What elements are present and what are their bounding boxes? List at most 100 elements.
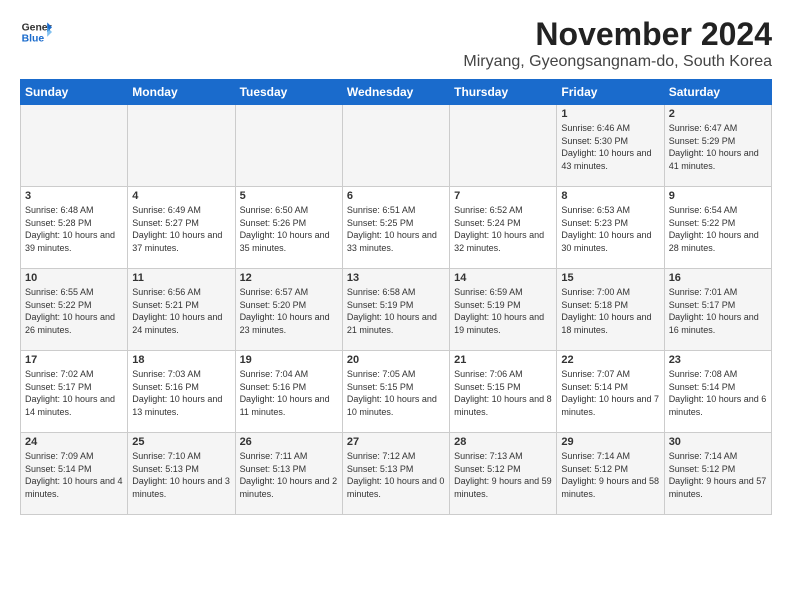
cell-week4-day5: 29Sunrise: 7:14 AMSunset: 5:12 PMDayligh… [557, 433, 664, 515]
cell-content: Sunrise: 7:10 AMSunset: 5:13 PMDaylight:… [132, 450, 230, 500]
day-number: 7 [454, 190, 552, 202]
cell-content: Sunrise: 7:02 AMSunset: 5:17 PMDaylight:… [25, 368, 123, 418]
day-number: 14 [454, 272, 552, 284]
cell-week3-day0: 17Sunrise: 7:02 AMSunset: 5:17 PMDayligh… [21, 351, 128, 433]
calendar-body: 1 Sunrise: 6:46 AMSunset: 5:30 PMDaylight… [21, 105, 772, 515]
cell-content: Sunrise: 7:04 AMSunset: 5:16 PMDaylight:… [240, 368, 338, 418]
subtitle: Miryang, Gyeongsangnam-do, South Korea [463, 53, 772, 71]
cell-content: Sunrise: 7:14 AMSunset: 5:12 PMDaylight:… [561, 450, 659, 500]
day-number: 6 [347, 190, 445, 202]
cell-content: Sunrise: 6:51 AMSunset: 5:25 PMDaylight:… [347, 204, 445, 254]
header-row: Sunday Monday Tuesday Wednesday Thursday… [21, 80, 772, 105]
day-number: 1 [561, 108, 659, 120]
header-sunday: Sunday [21, 80, 128, 105]
cell-content: Sunrise: 6:52 AMSunset: 5:24 PMDaylight:… [454, 204, 552, 254]
svg-text:Blue: Blue [22, 34, 45, 45]
day-number: 16 [669, 272, 767, 284]
cell-week3-day5: 22Sunrise: 7:07 AMSunset: 5:14 PMDayligh… [557, 351, 664, 433]
cell-content: Sunrise: 7:14 AMSunset: 5:12 PMDaylight:… [669, 450, 767, 500]
day-number: 28 [454, 436, 552, 448]
header-friday: Friday [557, 80, 664, 105]
cell-content: Sunrise: 6:54 AMSunset: 5:22 PMDaylight:… [669, 204, 767, 254]
cell-content: Sunrise: 6:50 AMSunset: 5:26 PMDaylight:… [240, 204, 338, 254]
day-number: 21 [454, 354, 552, 366]
cell-content: Sunrise: 6:48 AMSunset: 5:28 PMDaylight:… [25, 204, 123, 254]
day-number: 30 [669, 436, 767, 448]
cell-week2-day1: 11 Sunrise: 6:56 AMSunset: 5:21 PMDayligh… [128, 269, 235, 351]
day-number: 8 [561, 190, 659, 202]
cell-week4-day3: 27Sunrise: 7:12 AMSunset: 5:13 PMDayligh… [342, 433, 449, 515]
cell-week3-day6: 23 Sunrise: 7:08 AMSunset: 5:14 PMDayligh… [664, 351, 771, 433]
cell-content: Sunrise: 7:13 AMSunset: 5:12 PMDaylight:… [454, 450, 552, 500]
cell-week2-day0: 10 Sunrise: 6:55 AMSunset: 5:22 PMDayligh… [21, 269, 128, 351]
cell-week2-day2: 12 Sunrise: 6:57 AMSunset: 5:20 PMDayligh… [235, 269, 342, 351]
header: General Blue November 2024 Miryang, Gyeo… [20, 16, 772, 71]
day-number: 12 [240, 272, 338, 284]
header-tuesday: Tuesday [235, 80, 342, 105]
day-number: 23 [669, 354, 767, 366]
title-area: November 2024 Miryang, Gyeongsangnam-do,… [463, 16, 772, 71]
cell-content: Sunrise: 6:53 AMSunset: 5:23 PMDaylight:… [561, 204, 659, 254]
day-number: 24 [25, 436, 123, 448]
cell-week3-day1: 18 Sunrise: 7:03 AMSunset: 5:16 PMDayligh… [128, 351, 235, 433]
cell-content: Sunrise: 6:57 AMSunset: 5:20 PMDaylight:… [240, 286, 338, 336]
cell-content: Sunrise: 7:06 AMSunset: 5:15 PMDaylight:… [454, 368, 552, 418]
cell-content: Sunrise: 6:58 AMSunset: 5:19 PMDaylight:… [347, 286, 445, 336]
cell-week2-day4: 14Sunrise: 6:59 AMSunset: 5:19 PMDayligh… [450, 269, 557, 351]
cell-week0-day5: 1 Sunrise: 6:46 AMSunset: 5:30 PMDaylight… [557, 105, 664, 187]
cell-week1-day4: 7 Sunrise: 6:52 AMSunset: 5:24 PMDaylight… [450, 187, 557, 269]
cell-content: Sunrise: 6:55 AMSunset: 5:22 PMDaylight:… [25, 286, 123, 336]
day-number: 26 [240, 436, 338, 448]
day-number: 25 [132, 436, 230, 448]
cell-content: Sunrise: 6:49 AMSunset: 5:27 PMDaylight:… [132, 204, 230, 254]
logo-icon: General Blue [20, 16, 52, 48]
cell-week0-day2 [235, 105, 342, 187]
header-monday: Monday [128, 80, 235, 105]
cell-week0-day4 [450, 105, 557, 187]
cell-week1-day1: 4Sunrise: 6:49 AMSunset: 5:27 PMDaylight… [128, 187, 235, 269]
cell-week1-day2: 5 Sunrise: 6:50 AMSunset: 5:26 PMDaylight… [235, 187, 342, 269]
main-title: November 2024 [463, 16, 772, 53]
week-row-4: 24 Sunrise: 7:09 AMSunset: 5:14 PMDayligh… [21, 433, 772, 515]
cell-content: Sunrise: 7:03 AMSunset: 5:16 PMDaylight:… [132, 368, 230, 418]
week-row-2: 10 Sunrise: 6:55 AMSunset: 5:22 PMDayligh… [21, 269, 772, 351]
header-wednesday: Wednesday [342, 80, 449, 105]
cell-week1-day3: 6 Sunrise: 6:51 AMSunset: 5:25 PMDaylight… [342, 187, 449, 269]
day-number: 11 [132, 272, 230, 284]
cell-content: Sunrise: 7:00 AMSunset: 5:18 PMDaylight:… [561, 286, 659, 336]
calendar-table: Sunday Monday Tuesday Wednesday Thursday… [20, 79, 772, 515]
day-number: 22 [561, 354, 659, 366]
cell-week3-day4: 21 Sunrise: 7:06 AMSunset: 5:15 PMDayligh… [450, 351, 557, 433]
cell-week3-day2: 19 Sunrise: 7:04 AMSunset: 5:16 PMDayligh… [235, 351, 342, 433]
cell-week0-day0 [21, 105, 128, 187]
cell-week2-day3: 13 Sunrise: 6:58 AMSunset: 5:19 PMDayligh… [342, 269, 449, 351]
cell-content: Sunrise: 7:09 AMSunset: 5:14 PMDaylight:… [25, 450, 123, 500]
calendar-header: Sunday Monday Tuesday Wednesday Thursday… [21, 80, 772, 105]
day-number: 5 [240, 190, 338, 202]
cell-content: Sunrise: 7:01 AMSunset: 5:17 PMDaylight:… [669, 286, 767, 336]
cell-week3-day3: 20 Sunrise: 7:05 AMSunset: 5:15 PMDayligh… [342, 351, 449, 433]
cell-week4-day2: 26 Sunrise: 7:11 AMSunset: 5:13 PMDayligh… [235, 433, 342, 515]
week-row-1: 3Sunrise: 6:48 AMSunset: 5:28 PMDaylight… [21, 187, 772, 269]
week-row-0: 1 Sunrise: 6:46 AMSunset: 5:30 PMDaylight… [21, 105, 772, 187]
day-number: 18 [132, 354, 230, 366]
cell-week4-day1: 25 Sunrise: 7:10 AMSunset: 5:13 PMDayligh… [128, 433, 235, 515]
day-number: 9 [669, 190, 767, 202]
header-saturday: Saturday [664, 80, 771, 105]
cell-content: Sunrise: 6:47 AMSunset: 5:29 PMDaylight:… [669, 122, 767, 172]
cell-week0-day1 [128, 105, 235, 187]
cell-week2-day6: 16 Sunrise: 7:01 AMSunset: 5:17 PMDayligh… [664, 269, 771, 351]
day-number: 13 [347, 272, 445, 284]
cell-content: Sunrise: 7:12 AMSunset: 5:13 PMDaylight:… [347, 450, 445, 500]
cell-content: Sunrise: 7:11 AMSunset: 5:13 PMDaylight:… [240, 450, 338, 500]
cell-content: Sunrise: 7:05 AMSunset: 5:15 PMDaylight:… [347, 368, 445, 418]
day-number: 10 [25, 272, 123, 284]
cell-content: Sunrise: 6:46 AMSunset: 5:30 PMDaylight:… [561, 122, 659, 172]
page: General Blue November 2024 Miryang, Gyeo… [0, 0, 792, 525]
header-thursday: Thursday [450, 80, 557, 105]
day-number: 19 [240, 354, 338, 366]
cell-content: Sunrise: 6:56 AMSunset: 5:21 PMDaylight:… [132, 286, 230, 336]
cell-week0-day6: 2Sunrise: 6:47 AMSunset: 5:29 PMDaylight… [664, 105, 771, 187]
day-number: 20 [347, 354, 445, 366]
cell-content: Sunrise: 7:08 AMSunset: 5:14 PMDaylight:… [669, 368, 767, 418]
